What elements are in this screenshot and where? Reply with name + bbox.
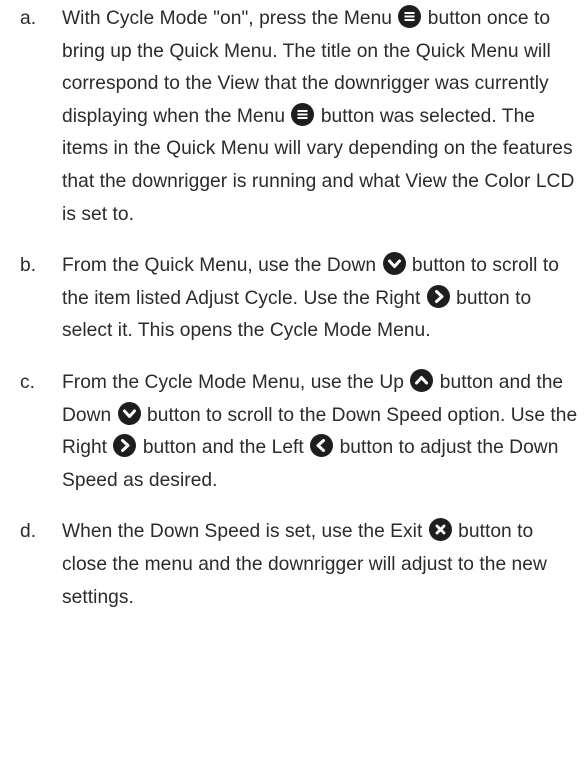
step-marker: c. bbox=[20, 371, 36, 393]
step-text: From the Quick Menu, use the Down button… bbox=[62, 252, 559, 341]
step-text: From the Cycle Mode Menu, use the Up but… bbox=[62, 368, 577, 491]
down-arrow-icon bbox=[117, 401, 141, 425]
instruction-steps-list: a. With Cycle Mode "on", press the Menu … bbox=[20, 3, 582, 633]
step-marker: a. bbox=[20, 8, 37, 29]
down-arrow-icon bbox=[382, 252, 406, 276]
instruction-document: a. With Cycle Mode "on", press the Menu … bbox=[0, 0, 586, 765]
right-arrow-icon bbox=[113, 434, 137, 458]
up-arrow-icon bbox=[410, 368, 434, 392]
step-text-segment: From the Quick Menu, use the Down bbox=[62, 255, 382, 277]
instruction-step: a. With Cycle Mode "on", press the Menu … bbox=[20, 3, 582, 231]
step-text-segment: From the Cycle Mode Menu, use the Up bbox=[62, 371, 410, 393]
step-marker: b. bbox=[20, 255, 37, 277]
step-text: With Cycle Mode "on", press the Menu but… bbox=[62, 5, 574, 225]
instruction-step: b. From the Quick Menu, use the Down but… bbox=[20, 250, 582, 348]
menu-icon bbox=[291, 102, 315, 126]
step-text-segment: When the Down Speed is set, use the Exit bbox=[62, 521, 428, 543]
menu-icon bbox=[398, 5, 422, 28]
left-arrow-icon bbox=[310, 434, 334, 458]
right-arrow-icon bbox=[426, 284, 450, 308]
step-text-segment: button and the Left bbox=[137, 437, 310, 459]
instruction-step: d. When the Down Speed is set, use the E… bbox=[20, 516, 582, 614]
step-text-segment: With Cycle Mode "on", press the Menu bbox=[62, 8, 398, 29]
instruction-step: c. From the Cycle Mode Menu, use the Up … bbox=[20, 367, 582, 497]
step-marker: d. bbox=[20, 521, 37, 543]
step-text: When the Down Speed is set, use the Exit… bbox=[62, 518, 547, 608]
exit-icon bbox=[428, 518, 452, 542]
